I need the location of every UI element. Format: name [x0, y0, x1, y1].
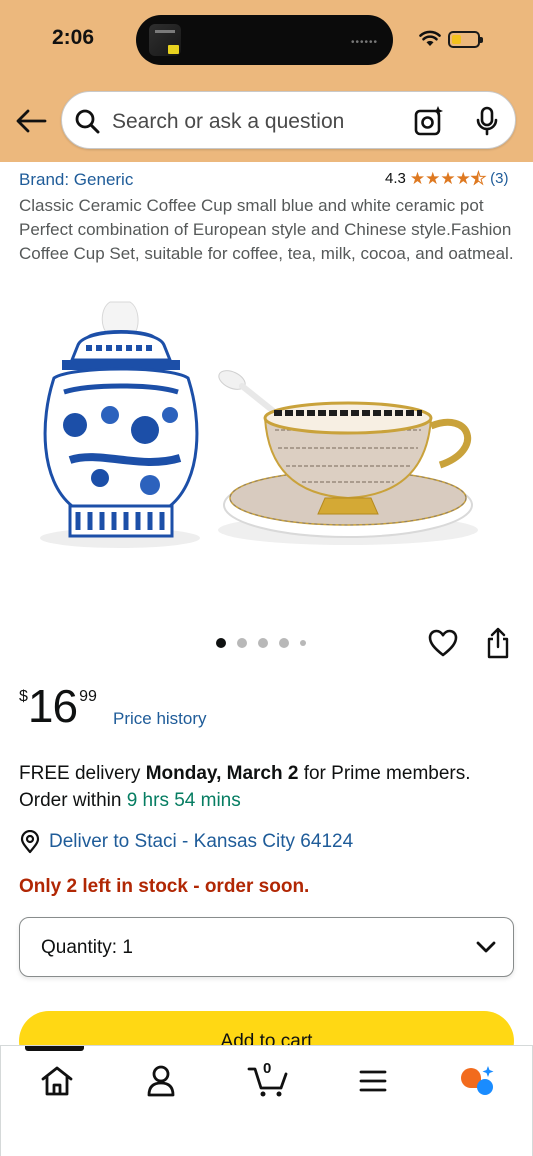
- ginger-jar: [43, 301, 199, 538]
- carousel-dot[interactable]: [279, 638, 289, 648]
- search-icon: [75, 109, 100, 134]
- carousel-dot[interactable]: [300, 640, 306, 646]
- now-playing-artwork: [149, 24, 181, 56]
- order-within-label: Order within: [19, 790, 127, 811]
- delivery-date: Monday, March 2: [145, 763, 299, 784]
- deliver-to-link[interactable]: Deliver to Staci - Kansas City 64124: [49, 831, 353, 853]
- quantity-label: Quantity: 1: [41, 937, 133, 958]
- delivery-info: FREE delivery Monday, March 2 for Prime …: [19, 760, 529, 814]
- star-icon: ★: [425, 169, 441, 188]
- star-icon: ★: [440, 169, 456, 188]
- star-icon: ★: [455, 169, 471, 188]
- quantity-select[interactable]: Quantity: 1: [19, 917, 514, 977]
- account-icon[interactable]: [141, 1064, 181, 1098]
- camera-search-icon[interactable]: [413, 105, 445, 137]
- star-rating: ★ ★ ★ ★ ★: [409, 169, 487, 188]
- delivery-prefix: FREE delivery: [19, 763, 146, 784]
- heart-icon[interactable]: [428, 628, 458, 658]
- half-star-icon: ★: [470, 169, 487, 188]
- share-icon[interactable]: [486, 627, 510, 659]
- price-currency: $: [19, 688, 28, 705]
- active-tab-indicator: [25, 1046, 84, 1051]
- menu-icon[interactable]: [353, 1064, 393, 1098]
- price-history-link[interactable]: Price history: [113, 709, 207, 729]
- microphone-icon[interactable]: [475, 106, 499, 136]
- location-pin-icon: [20, 830, 40, 854]
- dynamic-island: ••••••: [136, 15, 393, 65]
- stock-warning: Only 2 left in stock - order soon.: [19, 876, 310, 897]
- price-fraction: 99: [79, 688, 97, 705]
- carousel-dot[interactable]: [258, 638, 268, 648]
- back-arrow-icon[interactable]: [15, 108, 47, 134]
- rating-count-link[interactable]: (3): [490, 170, 508, 187]
- product-image[interactable]: [30, 300, 508, 590]
- chevron-down-icon: [476, 941, 496, 953]
- star-icon: ★: [409, 169, 426, 188]
- search-input[interactable]: Search or ask a question: [112, 110, 344, 134]
- home-icon[interactable]: [37, 1064, 77, 1098]
- wifi-icon: [419, 30, 441, 46]
- carousel-dot[interactable]: [216, 638, 226, 648]
- carousel-dot[interactable]: [237, 638, 247, 648]
- order-countdown: 9 hrs 54 mins: [126, 790, 241, 811]
- rating-summary[interactable]: 4.3 ★ ★ ★ ★ ★ (3): [385, 169, 508, 188]
- price: $ 16 99: [19, 682, 97, 730]
- battery-icon: [448, 31, 483, 48]
- status-time: 2:06: [52, 26, 95, 49]
- delivery-suffix: for Prime members.: [298, 763, 471, 784]
- app-header: 2:06 •••••• Search or ask a question: [0, 0, 533, 162]
- brand-link[interactable]: Brand: Generic: [19, 170, 133, 190]
- rufus-assistant-icon[interactable]: [457, 1064, 497, 1098]
- product-title: Classic Ceramic Coffee Cup small blue an…: [19, 196, 514, 263]
- price-whole: 16: [27, 680, 78, 732]
- audio-waveform-icon: ••••••: [351, 37, 379, 48]
- image-carousel-indicator[interactable]: [216, 638, 317, 648]
- bottom-nav: 0: [0, 1045, 533, 1156]
- cart-count: 0: [263, 1060, 272, 1077]
- rating-value: 4.3: [385, 170, 406, 187]
- cart-tab[interactable]: 0: [247, 1060, 291, 1098]
- search-bar[interactable]: Search or ask a question: [61, 91, 516, 149]
